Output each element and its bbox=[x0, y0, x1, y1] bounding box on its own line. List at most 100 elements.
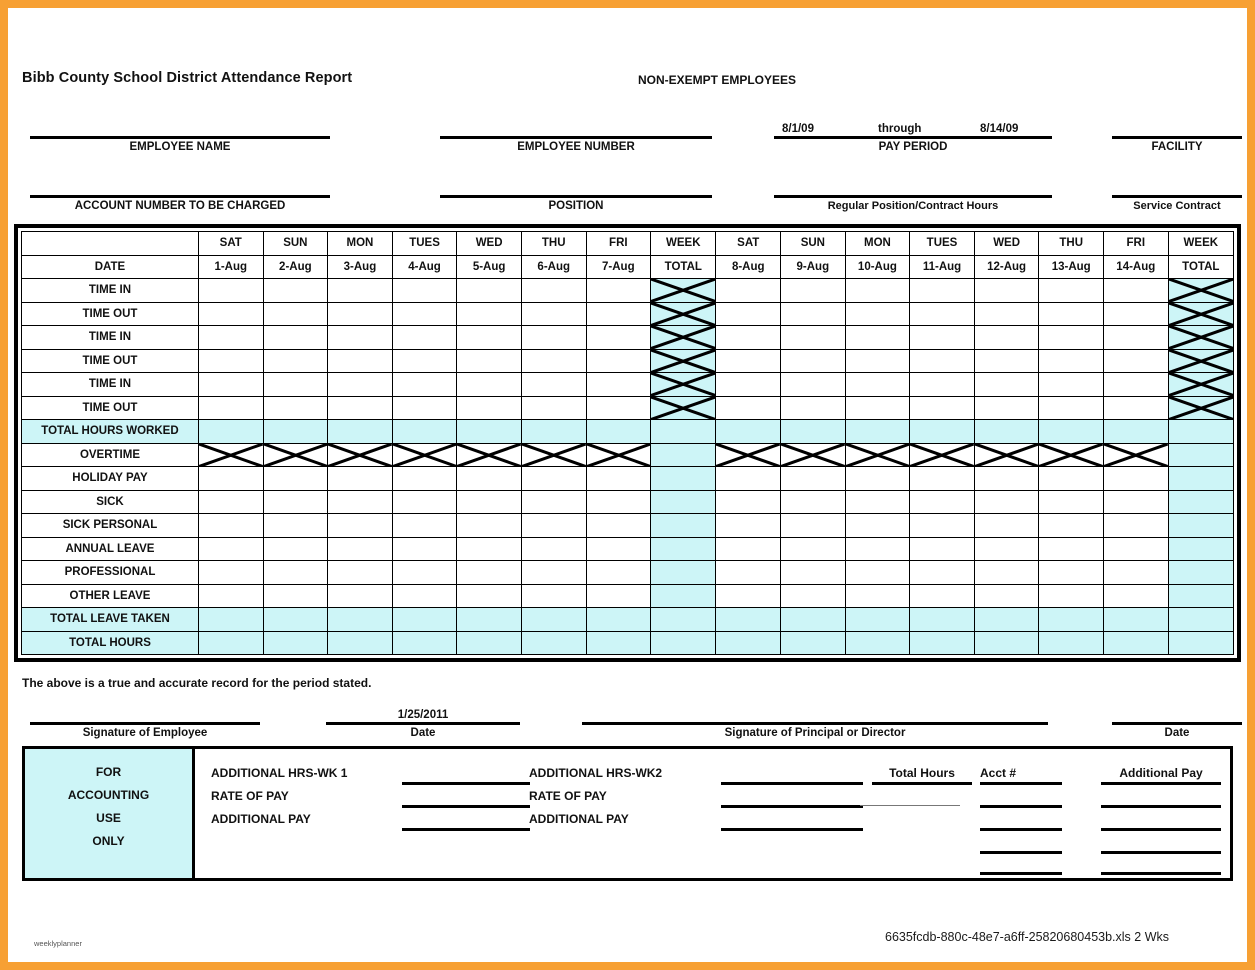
grid-entry-cell[interactable] bbox=[456, 419, 522, 444]
acct-number-line-3[interactable] bbox=[980, 851, 1062, 854]
grid-entry-cell[interactable] bbox=[844, 630, 911, 655]
grid-entry-cell[interactable] bbox=[909, 395, 975, 420]
grid-entry-cell[interactable] bbox=[197, 372, 264, 397]
grid-entry-cell[interactable] bbox=[520, 536, 587, 561]
grid-entry-cell[interactable] bbox=[909, 489, 975, 514]
grid-entry-cell[interactable] bbox=[909, 348, 975, 373]
grid-entry-cell[interactable] bbox=[1103, 607, 1169, 632]
grid-week-total-cell[interactable] bbox=[650, 442, 717, 467]
grid-week-total-cell[interactable] bbox=[1167, 466, 1235, 491]
grid-entry-cell[interactable] bbox=[520, 583, 587, 608]
grid-week-total-cell[interactable] bbox=[650, 489, 717, 514]
grid-entry-cell[interactable] bbox=[1038, 372, 1104, 397]
acct-additional-hrs-wk2-line[interactable] bbox=[721, 782, 863, 785]
grid-entry-cell[interactable] bbox=[585, 466, 652, 491]
signature-principal-date[interactable]: Date bbox=[1112, 722, 1242, 739]
grid-entry-cell[interactable] bbox=[1038, 419, 1104, 444]
field-employee-name[interactable]: EMPLOYEE NAME bbox=[30, 136, 330, 153]
grid-entry-cell[interactable] bbox=[715, 395, 782, 420]
grid-entry-cell[interactable] bbox=[262, 348, 329, 373]
grid-entry-cell[interactable] bbox=[715, 301, 782, 326]
grid-entry-cell[interactable] bbox=[262, 301, 329, 326]
grid-entry-cell[interactable] bbox=[456, 301, 522, 326]
grid-entry-cell[interactable] bbox=[715, 536, 782, 561]
grid-entry-cell[interactable] bbox=[973, 536, 1040, 561]
grid-entry-cell[interactable] bbox=[391, 372, 458, 397]
grid-entry-cell[interactable] bbox=[1103, 489, 1169, 514]
grid-entry-cell[interactable] bbox=[973, 583, 1040, 608]
grid-entry-cell[interactable] bbox=[973, 348, 1040, 373]
grid-entry-cell[interactable] bbox=[1103, 419, 1169, 444]
grid-entry-cell[interactable] bbox=[391, 536, 458, 561]
grid-entry-cell[interactable] bbox=[1038, 560, 1104, 585]
grid-entry-cell[interactable] bbox=[780, 325, 846, 350]
grid-week-total-cell[interactable] bbox=[650, 513, 717, 538]
grid-entry-cell[interactable] bbox=[715, 278, 782, 303]
grid-entry-cell[interactable] bbox=[1103, 325, 1169, 350]
grid-entry-cell[interactable] bbox=[1103, 348, 1169, 373]
grid-entry-cell[interactable] bbox=[1038, 278, 1104, 303]
grid-entry-cell[interactable] bbox=[585, 607, 652, 632]
grid-entry-cell[interactable] bbox=[262, 278, 329, 303]
grid-entry-cell[interactable] bbox=[197, 325, 264, 350]
signature-principal[interactable]: Signature of Principal or Director bbox=[582, 722, 1048, 739]
grid-entry-cell[interactable] bbox=[1103, 513, 1169, 538]
grid-entry-cell[interactable] bbox=[973, 630, 1040, 655]
grid-week-total-cell[interactable] bbox=[650, 630, 717, 655]
grid-entry-cell[interactable] bbox=[456, 325, 522, 350]
grid-entry-cell[interactable] bbox=[197, 348, 264, 373]
grid-entry-cell[interactable] bbox=[780, 583, 846, 608]
grid-entry-cell[interactable] bbox=[909, 419, 975, 444]
grid-entry-cell[interactable] bbox=[909, 513, 975, 538]
grid-entry-cell[interactable] bbox=[456, 466, 522, 491]
grid-entry-cell[interactable] bbox=[909, 466, 975, 491]
grid-entry-cell[interactable] bbox=[327, 560, 393, 585]
grid-week-total-cell[interactable] bbox=[650, 560, 717, 585]
grid-entry-cell[interactable] bbox=[844, 395, 911, 420]
grid-entry-cell[interactable] bbox=[973, 278, 1040, 303]
grid-entry-cell[interactable] bbox=[520, 395, 587, 420]
grid-entry-cell[interactable] bbox=[391, 583, 458, 608]
acct-number-line-1[interactable] bbox=[980, 805, 1062, 808]
grid-entry-cell[interactable] bbox=[327, 489, 393, 514]
grid-entry-cell[interactable] bbox=[1038, 630, 1104, 655]
grid-week-total-cell[interactable] bbox=[650, 419, 717, 444]
field-facility[interactable]: FACILITY bbox=[1112, 136, 1242, 153]
field-position[interactable]: POSITION bbox=[440, 195, 712, 212]
grid-entry-cell[interactable] bbox=[197, 513, 264, 538]
grid-entry-cell[interactable] bbox=[1103, 466, 1169, 491]
grid-entry-cell[interactable] bbox=[262, 513, 329, 538]
grid-entry-cell[interactable] bbox=[715, 607, 782, 632]
grid-entry-cell[interactable] bbox=[1103, 278, 1169, 303]
grid-entry-cell[interactable] bbox=[262, 536, 329, 561]
grid-week-total-cell[interactable] bbox=[1167, 513, 1235, 538]
grid-entry-cell[interactable] bbox=[197, 419, 264, 444]
grid-entry-cell[interactable] bbox=[520, 348, 587, 373]
grid-week-total-cell[interactable] bbox=[1167, 419, 1235, 444]
grid-entry-cell[interactable] bbox=[844, 301, 911, 326]
grid-entry-cell[interactable] bbox=[780, 536, 846, 561]
grid-entry-cell[interactable] bbox=[391, 607, 458, 632]
grid-entry-cell[interactable] bbox=[909, 301, 975, 326]
acct-rate-of-pay-wk1-line[interactable] bbox=[402, 805, 530, 808]
grid-entry-cell[interactable] bbox=[780, 466, 846, 491]
grid-entry-cell[interactable] bbox=[456, 348, 522, 373]
grid-entry-cell[interactable] bbox=[1103, 536, 1169, 561]
grid-entry-cell[interactable] bbox=[1103, 301, 1169, 326]
grid-entry-cell[interactable] bbox=[262, 325, 329, 350]
grid-entry-cell[interactable] bbox=[715, 560, 782, 585]
field-contract-hours[interactable]: Regular Position/Contract Hours bbox=[774, 195, 1052, 212]
grid-entry-cell[interactable] bbox=[715, 325, 782, 350]
grid-entry-cell[interactable] bbox=[1038, 583, 1104, 608]
grid-entry-cell[interactable] bbox=[262, 372, 329, 397]
acct-additional-pay-line-3[interactable] bbox=[1101, 851, 1221, 854]
grid-entry-cell[interactable] bbox=[262, 607, 329, 632]
grid-entry-cell[interactable] bbox=[391, 560, 458, 585]
grid-entry-cell[interactable] bbox=[780, 419, 846, 444]
acct-additional-pay-line-2[interactable] bbox=[1101, 828, 1221, 831]
grid-entry-cell[interactable] bbox=[1038, 325, 1104, 350]
grid-entry-cell[interactable] bbox=[520, 372, 587, 397]
grid-entry-cell[interactable] bbox=[1103, 372, 1169, 397]
grid-entry-cell[interactable] bbox=[585, 630, 652, 655]
grid-entry-cell[interactable] bbox=[520, 301, 587, 326]
